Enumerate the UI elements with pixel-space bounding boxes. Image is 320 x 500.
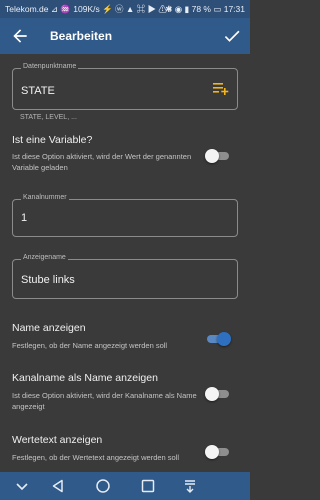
- toggle-thumb: [205, 149, 219, 163]
- check-icon[interactable]: [222, 26, 242, 46]
- value-text-toggle[interactable]: [205, 444, 231, 460]
- channel-as-name-description: Ist diese Option aktiviert, wird der Kan…: [12, 391, 197, 411]
- chevron-down-icon[interactable]: [14, 478, 30, 494]
- is-variable-toggle[interactable]: [205, 148, 231, 164]
- toggle-thumb: [205, 445, 219, 459]
- arrow-left-icon[interactable]: [10, 26, 30, 46]
- channel-number-label: Kanalnummer: [21, 194, 69, 201]
- playlist-add-icon[interactable]: [213, 82, 229, 96]
- system-nav-bar: [0, 472, 250, 500]
- display-name-field[interactable]: Anzeigename Stube links: [12, 254, 238, 299]
- display-name-label: Anzeigename: [21, 254, 68, 261]
- show-name-description: Festlegen, ob der Name angezeigt werden …: [12, 341, 168, 350]
- notification-pull-icon[interactable]: [182, 478, 198, 494]
- is-variable-title: Ist eine Variable?: [12, 134, 93, 146]
- is-variable-description: Ist diese Option aktiviert, wird der Wer…: [12, 152, 192, 172]
- app-bar: Bearbeiten: [0, 18, 250, 54]
- page-title: Bearbeiten: [50, 29, 113, 43]
- status-left: Telekom.de ⊿ ♒ 109K/s ⚡ ⓦ ▲ ⌘ ▶ ⚠ ⁝: [5, 4, 172, 14]
- value-text-title: Wertetext anzeigen: [12, 434, 103, 446]
- show-name-title: Name anzeigen: [12, 322, 86, 334]
- datapoint-label: Datenpunktname: [21, 63, 79, 70]
- status-right: ✱ ◉ ▮ 78 % ▭ 17:31: [165, 4, 245, 14]
- recents-square-icon[interactable]: [140, 478, 156, 494]
- channel-as-name-toggle[interactable]: [205, 386, 231, 402]
- value-text-description: Festlegen, ob der Wertetext angezeigt we…: [12, 453, 180, 462]
- display-name-value[interactable]: Stube links: [21, 274, 75, 286]
- toggle-thumb: [217, 332, 231, 346]
- channel-number-field[interactable]: Kanalnummer 1: [12, 194, 238, 237]
- home-circle-icon[interactable]: [95, 478, 111, 494]
- show-name-toggle[interactable]: [205, 331, 231, 347]
- channel-as-name-title: Kanalname als Name anzeigen: [12, 372, 158, 384]
- back-triangle-icon[interactable]: [50, 478, 66, 494]
- datapoint-field[interactable]: Datenpunktname STATE: [12, 63, 238, 110]
- settings-form: Datenpunktname STATE STATE, LEVEL, ... I…: [0, 54, 250, 472]
- datapoint-hint: STATE, LEVEL, ...: [20, 114, 77, 121]
- datapoint-value[interactable]: STATE: [21, 85, 55, 97]
- status-bar: Telekom.de ⊿ ♒ 109K/s ⚡ ⓦ ▲ ⌘ ▶ ⚠ ⁝ ✱ ◉ …: [0, 0, 250, 18]
- channel-number-value[interactable]: 1: [21, 212, 27, 224]
- toggle-thumb: [205, 387, 219, 401]
